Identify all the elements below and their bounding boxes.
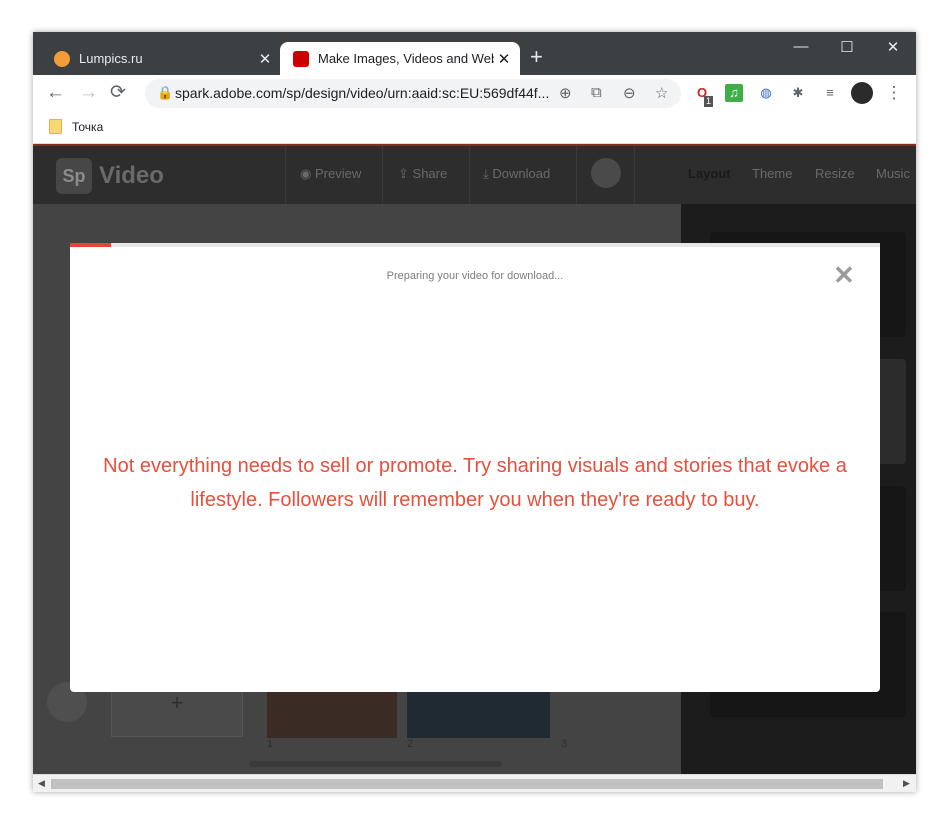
scroll-right-icon[interactable]: ▶ bbox=[903, 778, 910, 789]
slide-number: 3 bbox=[561, 738, 568, 750]
bookmarks-bar: Точка bbox=[33, 112, 916, 144]
tab-layout[interactable]: Layout bbox=[688, 166, 731, 181]
folder-icon bbox=[49, 119, 62, 134]
maximize-button[interactable]: ☐ bbox=[832, 38, 862, 56]
minimize-button[interactable]: — bbox=[786, 38, 816, 55]
tab-adobe-spark[interactable]: Make Images, Videos and Web S ✕ bbox=[280, 42, 520, 75]
slide-thumbnail[interactable] bbox=[267, 690, 397, 738]
install-app-icon[interactable]: ⊕ bbox=[559, 84, 572, 102]
zoom-icon[interactable]: ⊖ bbox=[623, 84, 636, 102]
share-icon: ⇪ bbox=[398, 166, 409, 181]
tip-quote: Not everything needs to sell or promote.… bbox=[103, 455, 847, 511]
download-button[interactable]: ⤓ Download bbox=[483, 166, 550, 182]
slide-thumbnail[interactable] bbox=[407, 690, 550, 738]
browser-menu-button[interactable]: ⋮ bbox=[885, 84, 903, 102]
close-icon[interactable]: ✕ bbox=[833, 262, 855, 288]
divider bbox=[285, 146, 286, 204]
app-title: Video bbox=[99, 162, 164, 189]
adobe-spark-favicon-icon bbox=[293, 50, 309, 67]
url-text[interactable]: spark.adobe.com/sp/design/video/urn:aaid… bbox=[175, 85, 549, 101]
browser-window: Lumpics.ru ✕ Make Images, Videos and Web… bbox=[33, 32, 916, 792]
bookmark-label: Точка bbox=[72, 119, 104, 134]
close-window-button[interactable]: ✕ bbox=[878, 38, 908, 56]
spark-app-header: Sp Video ◉ Preview ⇪ Share ⤓ Download La… bbox=[33, 144, 916, 204]
bookmark-star-icon[interactable]: ☆ bbox=[655, 84, 668, 102]
bookmark-tochka[interactable]: Точка bbox=[49, 119, 103, 134]
extension-badge: 1 bbox=[704, 96, 714, 107]
share-label: Share bbox=[412, 166, 448, 181]
globe-extension-icon[interactable]: ◍ bbox=[757, 84, 775, 102]
spark-logo-icon: Sp bbox=[56, 158, 92, 194]
tab-strip: Lumpics.ru ✕ Make Images, Videos and Web… bbox=[33, 32, 916, 75]
download-status: Preparing your video for download... bbox=[386, 270, 564, 282]
reload-button[interactable]: ⟳ bbox=[110, 83, 126, 103]
download-label: Download bbox=[492, 166, 551, 181]
collaborator-icon[interactable] bbox=[591, 158, 621, 188]
tab-close-icon[interactable]: ✕ bbox=[255, 50, 275, 68]
tab-music[interactable]: Music bbox=[876, 166, 910, 181]
lumpics-favicon-icon bbox=[54, 50, 70, 67]
eye-icon: ◉ bbox=[300, 166, 312, 181]
slide-number: 2 bbox=[407, 738, 414, 750]
tab-lumpics[interactable]: Lumpics.ru ✕ bbox=[41, 42, 281, 75]
media-queue-icon[interactable]: ≡ bbox=[821, 84, 839, 102]
divider bbox=[469, 146, 470, 204]
slide-number: 1 bbox=[267, 738, 274, 750]
browser-toolbar: ← → ⟳ 🔒 spark.adobe.com/sp/design/video/… bbox=[33, 75, 916, 112]
divider bbox=[382, 146, 383, 204]
address-bar[interactable]: 🔒 spark.adobe.com/sp/design/video/urn:aa… bbox=[145, 79, 681, 108]
share-button[interactable]: ⇪ Share bbox=[398, 166, 447, 182]
preview-label: Preview bbox=[314, 166, 362, 181]
music-extension-icon[interactable]: ♫ bbox=[725, 84, 743, 102]
divider bbox=[634, 146, 635, 204]
tab-title: Lumpics.ru bbox=[79, 51, 143, 66]
profile-avatar[interactable] bbox=[851, 82, 873, 104]
scrollbar-thumb[interactable] bbox=[51, 779, 883, 789]
divider bbox=[576, 146, 577, 204]
lock-icon: 🔒 bbox=[157, 85, 174, 100]
download-icon: ⤓ bbox=[483, 166, 489, 181]
translate-icon[interactable]: ⧉ bbox=[591, 84, 602, 101]
slide-strip: + 1 2 3 bbox=[33, 682, 681, 782]
scroll-left-icon[interactable]: ◀ bbox=[38, 778, 45, 789]
tab-theme[interactable]: Theme bbox=[752, 166, 792, 181]
download-dialog: Preparing your video for download... ✕ N… bbox=[70, 247, 880, 692]
back-button[interactable]: ← bbox=[46, 83, 65, 103]
slide-strip-scrollbar[interactable] bbox=[249, 761, 502, 767]
puzzle-extension-icon[interactable]: ✱ bbox=[789, 84, 807, 102]
tab-title: Make Images, Videos and Web S bbox=[318, 51, 494, 66]
preview-button[interactable]: ◉ Preview bbox=[300, 166, 361, 182]
tab-close-icon[interactable]: ✕ bbox=[494, 50, 514, 68]
new-tab-button[interactable]: + bbox=[530, 46, 543, 68]
tab-resize[interactable]: Resize bbox=[815, 166, 855, 181]
forward-button[interactable]: → bbox=[79, 83, 98, 103]
horizontal-scrollbar[interactable]: ◀ ▶ bbox=[33, 774, 916, 792]
